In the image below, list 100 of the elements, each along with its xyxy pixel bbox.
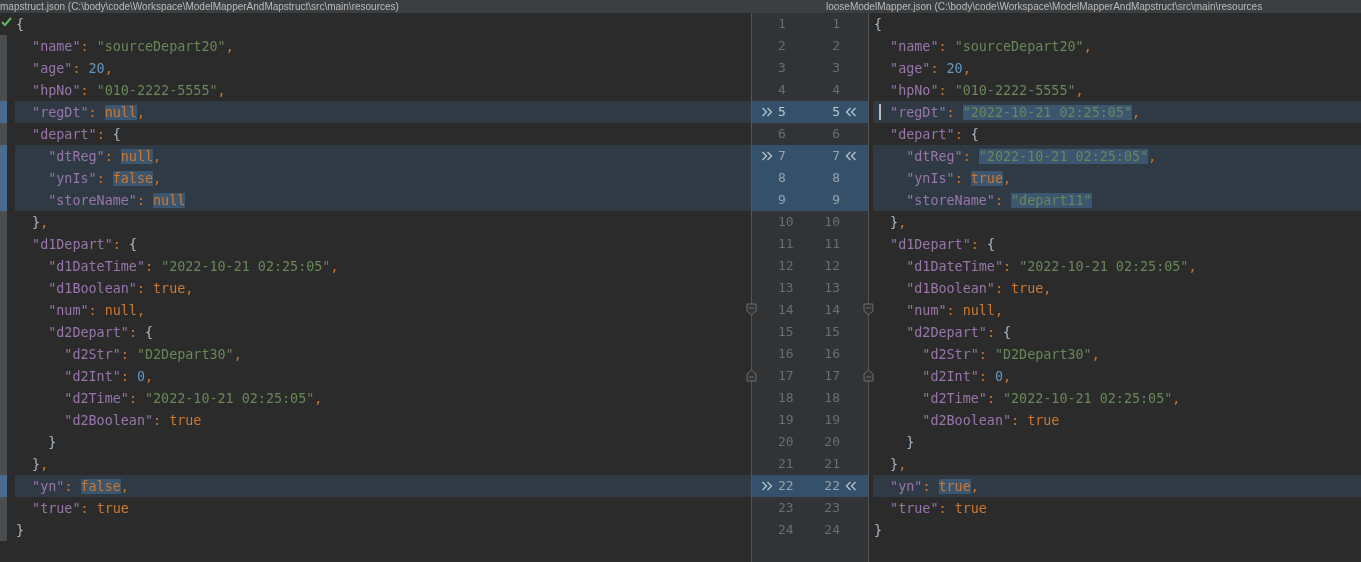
line-number: 1	[778, 15, 787, 34]
text-caret	[879, 104, 881, 120]
line-number: 9	[831, 191, 840, 210]
line-number: 5	[778, 103, 787, 122]
line-number: 3	[831, 59, 840, 78]
code-line: "yn": true,	[889, 479, 979, 494]
code-line: "dtReg": null,	[47, 149, 162, 164]
code-line: "d2Depart": {	[47, 325, 154, 340]
fold-icon[interactable]	[746, 303, 757, 316]
code-line: "name": "sourceDepart20",	[889, 39, 1092, 54]
line-number: 24	[778, 521, 795, 540]
code-line: "true": true	[31, 501, 129, 516]
double-chevron-left-icon[interactable]	[845, 107, 857, 117]
code-line: {	[873, 17, 883, 32]
code-line: },	[889, 215, 907, 230]
code-line: "storeName": null	[47, 193, 186, 208]
code-line: "hpNo": "010-2222-5555",	[889, 83, 1084, 98]
line-number: 8	[778, 169, 787, 188]
double-chevron-left-icon[interactable]	[845, 151, 857, 161]
line-number: 4	[831, 81, 840, 100]
code-line: "hpNo": "010-2222-5555",	[31, 83, 226, 98]
code-line: "d1DateTime": "2022-10-21 02:25:05",	[905, 259, 1197, 274]
code-line: }	[905, 435, 915, 450]
line-number: 21	[823, 455, 840, 474]
code-line: }	[47, 435, 57, 450]
code-line: "d2Boolean": true	[921, 413, 1060, 428]
line-number: 17	[778, 367, 795, 386]
code-line: }	[873, 523, 883, 538]
code-line: "d1Boolean": true,	[47, 281, 194, 296]
line-number: 24	[823, 521, 840, 540]
line-number: 13	[778, 279, 795, 298]
line-number: 16	[823, 345, 840, 364]
double-chevron-right-icon[interactable]	[761, 151, 773, 161]
double-chevron-left-icon[interactable]	[845, 481, 857, 491]
code-line: "d1Depart": {	[31, 237, 137, 252]
file-title: looseModelMapper.json (C:\body\code\Workspace\ModelMapperAndMapstruct\src\main\resources	[826, 0, 1263, 13]
code-line: "d2Int": 0,	[63, 369, 154, 384]
line-number: 22	[823, 477, 840, 496]
line-number: 6	[831, 125, 840, 144]
code-line: "d2Str": "D2Depart30",	[63, 347, 242, 362]
double-chevron-right-icon[interactable]	[761, 107, 773, 117]
code-line: "ynIs": false,	[47, 171, 162, 186]
code-line: "num": null,	[47, 303, 145, 318]
code-line: },	[31, 457, 49, 472]
code-line: "true": true	[889, 501, 987, 516]
line-number: 18	[823, 389, 840, 408]
line-number: 15	[778, 323, 795, 342]
line-number: 21	[778, 455, 795, 474]
double-chevron-right-icon[interactable]	[761, 481, 773, 491]
code-line: "name": "sourceDepart20",	[31, 39, 234, 54]
code-line: },	[889, 457, 907, 472]
line-number: 7	[778, 147, 787, 166]
line-number: 12	[823, 257, 840, 276]
file-title: mapstruct.json (C:\body\code\Workspace\ModelMapperAndMapstruct\src\main\resources)	[0, 0, 400, 13]
code-line: }	[15, 523, 25, 538]
line-number: 23	[778, 499, 795, 518]
line-number: 10	[778, 213, 795, 232]
line-number: 3	[778, 59, 787, 78]
line-number: 19	[778, 411, 795, 430]
fold-icon[interactable]	[863, 369, 874, 382]
code-line: "d2Time": "2022-10-21 02:25:05",	[921, 391, 1181, 406]
code-line: "d1Depart": {	[889, 237, 995, 252]
line-number: 2	[831, 37, 840, 56]
line-number: 15	[823, 323, 840, 342]
line-number: 6	[778, 125, 787, 144]
line-number: 20	[778, 433, 795, 452]
line-number: 10	[823, 213, 840, 232]
code-line: "d1DateTime": "2022-10-21 02:25:05",	[47, 259, 339, 274]
line-number: 4	[778, 81, 787, 100]
code-line: "d2Depart": {	[905, 325, 1012, 340]
code-line: },	[31, 215, 49, 230]
line-number: 9	[778, 191, 787, 210]
line-number: 1	[831, 15, 840, 34]
code-line: {	[15, 17, 25, 32]
code-line: "d2Int": 0,	[921, 369, 1012, 384]
code-line: "depart": {	[31, 127, 121, 142]
code-line: "d2Time": "2022-10-21 02:25:05",	[63, 391, 323, 406]
code-line: "regDt": null,	[31, 105, 145, 120]
code-line: "age": 20,	[889, 61, 971, 76]
line-number: 14	[778, 301, 795, 320]
line-number: 11	[778, 235, 795, 254]
code-line: "d2Str": "D2Depart30",	[921, 347, 1100, 362]
line-number: 2	[778, 37, 787, 56]
code-line: "depart": {	[889, 127, 979, 142]
line-number: 17	[823, 367, 840, 386]
line-number: 5	[831, 103, 840, 122]
line-number: 22	[778, 477, 795, 496]
code-line: "d1Boolean": true,	[905, 281, 1052, 296]
code-line: "age": 20,	[31, 61, 113, 76]
line-number: 16	[778, 345, 795, 364]
line-number: 8	[831, 169, 840, 188]
fold-icon[interactable]	[863, 303, 874, 316]
line-number: 11	[823, 235, 840, 254]
fold-icon[interactable]	[746, 369, 757, 382]
code-line: "yn": false,	[31, 479, 129, 494]
line-number: 13	[823, 279, 840, 298]
line-number: 23	[823, 499, 840, 518]
code-line: "num": null,	[905, 303, 1003, 318]
code-line: "ynIs": true,	[905, 171, 1012, 186]
line-number: 19	[823, 411, 840, 430]
